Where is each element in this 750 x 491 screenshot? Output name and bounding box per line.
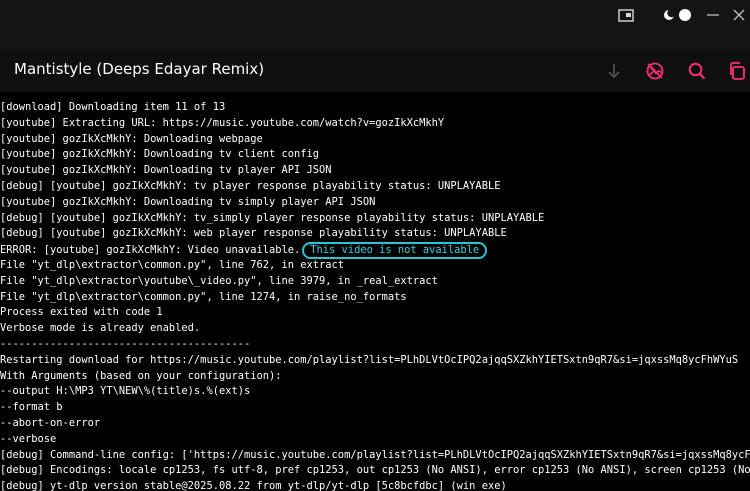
console-line: [youtube] gozIkXcMkhY: Downloading tv si… [0, 195, 376, 208]
no-thumbnail-icon[interactable] [642, 58, 668, 84]
console-line: File "yt_dlp\extractor\youtube\_video.py… [0, 274, 438, 287]
console-output[interactable]: [download] Downloading item 11 of 13 [yo… [0, 100, 750, 491]
error-highlight: This video is not available [302, 242, 488, 260]
theme-toggle[interactable] [660, 6, 694, 24]
console-line: Verbose mode is already enabled. [0, 322, 201, 335]
console-line: --output H:\MP3 YT\NEW\%(title)s.%(ext)s [0, 385, 251, 398]
error-message: ERROR: [youtube] gozIkXcMkhY: Video unav… [0, 244, 301, 257]
console-line: --format b [0, 401, 63, 414]
track-title: Mantistyle (Deeps Edayar Remix) [14, 60, 265, 78]
console-line: [debug] [youtube] gozIkXcMkhY: web playe… [0, 227, 507, 240]
error-line: ERROR: [youtube] gozIkXcMkhY: Video unav… [0, 242, 750, 260]
console-line: Process exited with code 1 [0, 306, 163, 319]
console-line: [debug] Encodings: locale cp1253, fs utf… [0, 464, 750, 477]
console-line: [debug] Command-line config: ['https://m… [0, 448, 750, 461]
console-line: Restarting download for https://music.yo… [0, 353, 739, 366]
close-icon[interactable] [729, 6, 749, 24]
console-line: [youtube] gozIkXcMkhY: Downloading tv cl… [0, 148, 320, 161]
mini-player-icon[interactable] [616, 6, 636, 24]
console-line: [debug] [youtube] gozIkXcMkhY: tv_simply… [0, 211, 545, 224]
console-line: --verbose [0, 432, 57, 445]
console-line: [youtube] gozIkXcMkhY: Downloading webpa… [0, 132, 263, 145]
search-icon[interactable] [684, 58, 710, 84]
console-line: File "yt_dlp\extractor\common.py", line … [0, 290, 407, 303]
minimize-icon[interactable] [703, 6, 723, 24]
download-icon[interactable] [601, 58, 627, 84]
copy-icon[interactable] [724, 58, 750, 84]
console-line: [youtube] Extracting URL: https://music.… [0, 116, 445, 129]
track-header: Mantistyle (Deeps Edayar Remix) [0, 50, 750, 92]
console-line: [debug] yt-dlp version stable@2025.08.22… [0, 480, 507, 491]
console-line: [download] Downloading item 11 of 13 [0, 101, 226, 113]
console-line: [debug] [youtube] gozIkXcMkhY: tv player… [0, 179, 501, 192]
console-line: With Arguments (based on your configurat… [0, 369, 282, 382]
window-titlebar [0, 0, 750, 50]
separator-line: ---------------------------------------- [0, 337, 251, 350]
console-line: File "yt_dlp\extractor\common.py", line … [0, 258, 345, 271]
console-line: --abort-on-error [0, 416, 101, 429]
console-line: [youtube] gozIkXcMkhY: Downloading tv pl… [0, 164, 332, 177]
